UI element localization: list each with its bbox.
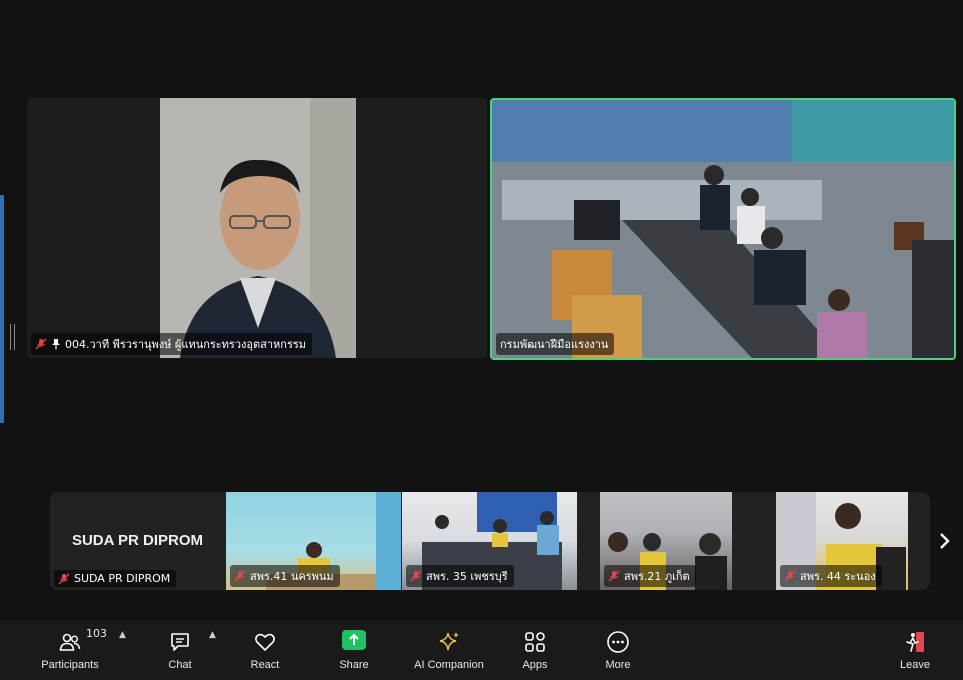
filmstrip-tile[interactable]: สพร. 35 เพชรบุรี xyxy=(402,492,577,590)
participants-count: 103 xyxy=(86,627,107,640)
participant-name: กรมพัฒนาฝีมือแรงงาน xyxy=(500,338,609,351)
participant-display-name: SUDA PR DIPROM xyxy=(71,532,204,549)
meeting-room-video xyxy=(492,100,954,358)
participant-name-tag: สพร. 35 เพชรบุรี xyxy=(406,565,514,587)
mic-muted-icon xyxy=(410,570,422,582)
gallery-resize-handle[interactable] xyxy=(10,324,15,350)
chat-icon xyxy=(171,633,189,651)
filmstrip-tile[interactable]: สพร.41 นครพนม xyxy=(226,492,401,590)
participant-name-tag: สพร. 44 ระนอง xyxy=(780,565,882,587)
apps-label: Apps xyxy=(522,659,548,671)
video-tile-active-speaker[interactable]: กรมพัฒนาฝีมือแรงงาน xyxy=(490,98,956,360)
participant-name: สพร. 35 เพชรบุรี xyxy=(426,570,508,583)
participant-name: สพร.41 นครพนม xyxy=(250,570,334,583)
leave-label: Leave xyxy=(900,659,930,671)
participant-name: SUDA PR DIPROM xyxy=(74,572,171,585)
participant-name: สพร.21 ภูเก็ต xyxy=(624,570,690,583)
share-label: Share xyxy=(339,659,369,671)
participant-name-tag: กรมพัฒนาฝีมือแรงงาน xyxy=(496,333,615,355)
apps-button[interactable]: Apps xyxy=(495,626,575,676)
mic-muted-icon xyxy=(608,570,620,582)
participants-caret-icon[interactable]: ▲ xyxy=(119,630,126,640)
participant-name-tag: สพร.21 ภูเก็ต xyxy=(604,565,696,587)
filmstrip-tile[interactable]: สพร.21 ภูเก็ต xyxy=(600,492,732,590)
participant-name: 004.วาที พีรวรานุพงษ์ ผู้แทนกระทรวงอุตสา… xyxy=(65,338,307,351)
more-button[interactable]: More xyxy=(578,626,658,676)
mic-muted-icon xyxy=(35,338,47,350)
filmstrip-tile[interactable]: สพร. 44 ระนอง xyxy=(776,492,908,590)
mic-muted-icon xyxy=(234,570,246,582)
leave-icon xyxy=(906,632,924,652)
chevron-right-icon[interactable] xyxy=(936,530,952,552)
participant-silhouette xyxy=(160,98,356,358)
ai-companion-label: AI Companion xyxy=(414,659,484,671)
meeting-toolbar: Participants 103 ▲ Chat ▲ React Share AI… xyxy=(0,620,963,680)
participant-name-tag: 004.วาที พีรวรานุพงษ์ ผู้แทนกระทรวงอุตสา… xyxy=(31,333,313,355)
share-button[interactable]: Share xyxy=(314,626,394,676)
more-label: More xyxy=(605,659,631,671)
participants-label: Participants xyxy=(41,659,99,671)
filmstrip-tile[interactable]: SUDA PR DIPROM SUDA PR DIPROM xyxy=(50,492,225,590)
mic-muted-icon xyxy=(58,573,70,584)
share-screen-icon xyxy=(342,630,366,650)
react-label: React xyxy=(250,659,280,671)
side-panel-edge[interactable] xyxy=(0,195,4,423)
chat-label: Chat xyxy=(168,659,192,671)
participant-name-tag: SUDA PR DIPROM xyxy=(54,570,177,587)
leave-button[interactable]: Leave xyxy=(875,626,955,676)
chat-caret-icon[interactable]: ▲ xyxy=(209,630,216,640)
chat-button[interactable]: Chat xyxy=(140,626,220,676)
heart-icon xyxy=(255,633,275,651)
participant-name-tag: สพร.41 นครพนม xyxy=(230,565,340,587)
mic-muted-icon xyxy=(784,570,796,582)
participant-filmstrip: SUDA PR DIPROM SUDA PR DIPROM สพร.41 นคร… xyxy=(50,492,930,590)
react-button[interactable]: React xyxy=(225,626,305,676)
ai-companion-button[interactable]: AI Companion xyxy=(409,626,489,676)
pin-icon xyxy=(52,339,60,350)
sparkle-icon xyxy=(439,632,459,651)
video-tile-main[interactable]: 004.วาที พีรวรานุพงษ์ ผู้แทนกระทรวงอุตสา… xyxy=(27,98,487,358)
participant-video xyxy=(160,98,356,358)
apps-icon xyxy=(525,632,545,652)
participants-icon xyxy=(59,633,81,651)
more-icon xyxy=(607,631,629,653)
participant-name: สพร. 44 ระนอง xyxy=(800,570,876,583)
